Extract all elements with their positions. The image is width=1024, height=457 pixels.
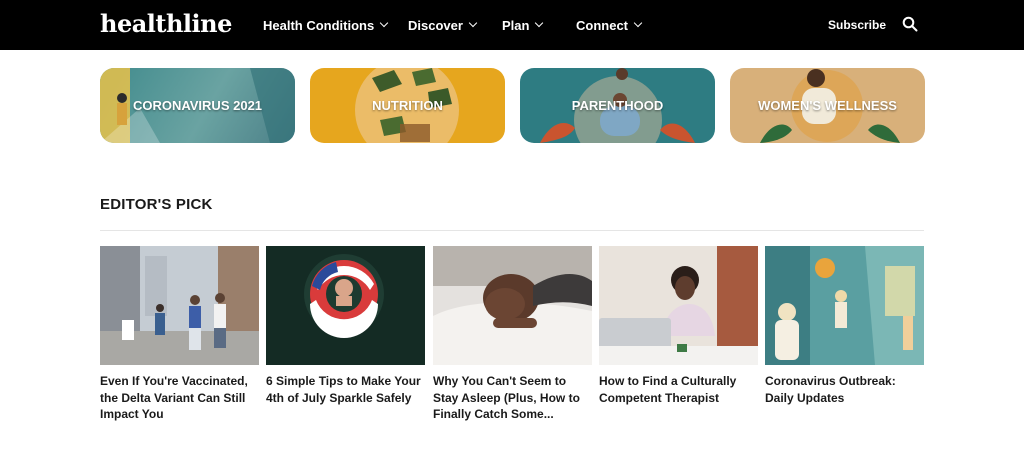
nav-label: Plan bbox=[502, 17, 530, 33]
nav-item-connect[interactable]: Connect bbox=[576, 0, 643, 50]
article-title[interactable]: 6 Simple Tips to Make Your 4th of July S… bbox=[266, 373, 426, 406]
street-crowd-photo bbox=[100, 246, 259, 365]
section-title-editors-pick: EDITOR'S PICK bbox=[100, 196, 213, 213]
healthline-logo[interactable]: healthline bbox=[100, 9, 232, 38]
nav-label: Discover bbox=[408, 17, 463, 33]
search-icon[interactable] bbox=[902, 16, 918, 32]
article-title[interactable]: Even If You're Vaccinated, the Delta Var… bbox=[100, 373, 260, 423]
article-title[interactable]: Why You Can't Seem to Stay Asleep (Plus,… bbox=[433, 373, 593, 423]
chevron-down-icon bbox=[535, 18, 544, 28]
top-navigation-bar: healthline Health Conditions Discover Pl… bbox=[0, 0, 1024, 50]
article-title[interactable]: Coronavirus Outbreak: Daily Updates bbox=[765, 373, 925, 406]
topic-label: NUTRITION bbox=[372, 98, 443, 113]
chevron-down-icon bbox=[468, 18, 478, 28]
nav-item-discover[interactable]: Discover bbox=[408, 0, 478, 50]
topic-card-coronavirus-2021[interactable]: CORONAVIRUS 2021 bbox=[100, 68, 295, 143]
nav-item-health-conditions[interactable]: Health Conditions bbox=[263, 0, 389, 50]
chevron-down-icon bbox=[379, 18, 389, 28]
chevron-down-icon bbox=[633, 18, 643, 28]
nav-label: Health Conditions bbox=[263, 17, 375, 33]
nav-label: Connect bbox=[576, 17, 628, 33]
article-image-4th-of-july[interactable] bbox=[266, 246, 425, 365]
woman-laptop-photo bbox=[599, 246, 758, 365]
pool-float-photo bbox=[266, 246, 425, 365]
article-title[interactable]: How to Find a Culturally Competent Thera… bbox=[599, 373, 759, 406]
section-divider bbox=[100, 230, 924, 231]
topic-card-nutrition[interactable]: NUTRITION bbox=[310, 68, 505, 143]
nav-item-plan[interactable]: Plan bbox=[502, 0, 544, 50]
topic-card-parenthood[interactable]: PARENTHOOD bbox=[520, 68, 715, 143]
coronavirus-illustration bbox=[765, 246, 924, 365]
article-image-stay-asleep[interactable] bbox=[433, 246, 592, 365]
topic-label: PARENTHOOD bbox=[571, 98, 664, 113]
article-image-culturally-competent-therapist[interactable] bbox=[599, 246, 758, 365]
topic-label: WOMEN'S WELLNESS bbox=[758, 98, 897, 113]
subscribe-button[interactable]: Subscribe bbox=[828, 0, 886, 50]
topic-label: CORONAVIRUS 2021 bbox=[132, 98, 263, 113]
article-image-coronavirus-updates[interactable] bbox=[765, 246, 924, 365]
sleeping-man-photo bbox=[433, 246, 592, 365]
article-image-delta-variant[interactable] bbox=[100, 246, 259, 365]
topic-card-womens-wellness[interactable]: WOMEN'S WELLNESS bbox=[730, 68, 925, 143]
